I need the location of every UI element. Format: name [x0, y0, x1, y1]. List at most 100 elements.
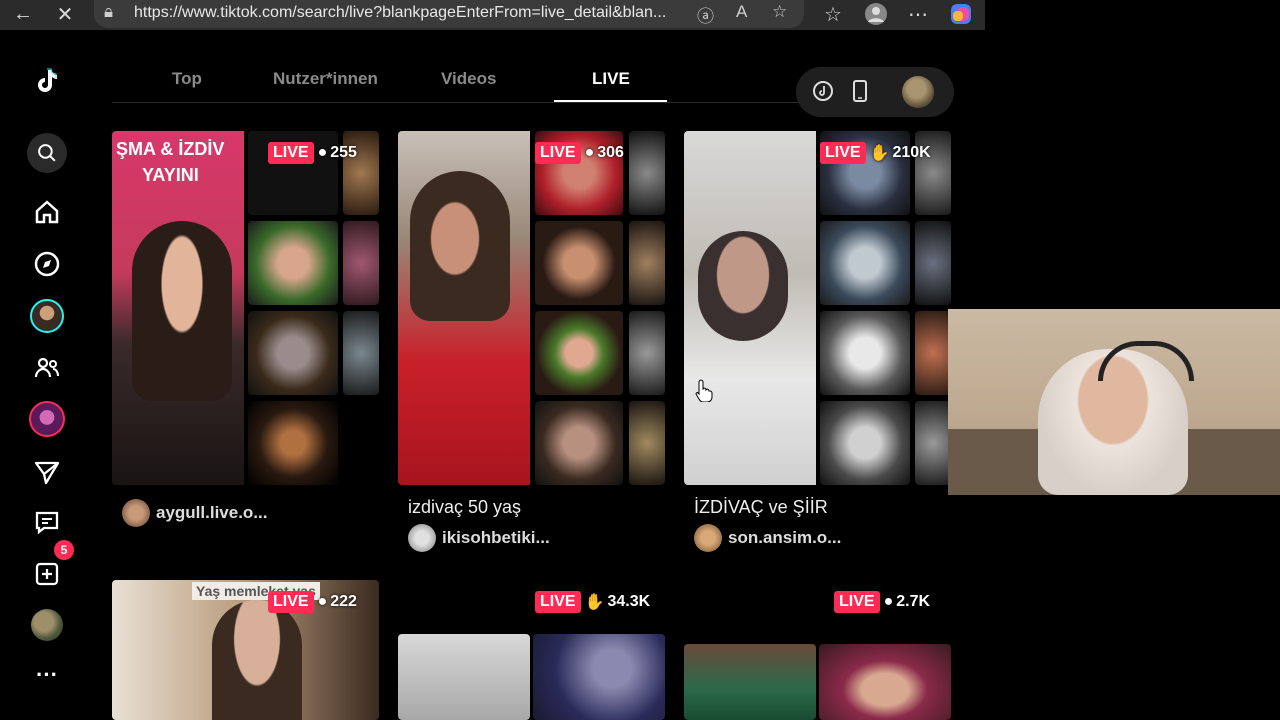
live-label: LIVE — [820, 142, 866, 164]
viewer-count: ● 222 — [318, 593, 357, 611]
streamer-user[interactable]: aygull.live.o... — [122, 499, 267, 527]
viewer-count-value: 222 — [330, 593, 357, 610]
live-label: LIVE — [535, 142, 581, 164]
viewer-count-value: 306 — [597, 144, 624, 161]
stream-thumbnail — [398, 634, 530, 720]
viewer-count: ● 306 — [585, 144, 624, 162]
tab-users[interactable]: Nutzer*innen — [273, 69, 378, 89]
hand-cursor-icon — [695, 379, 713, 402]
more-menu-icon[interactable]: ⋯ — [906, 0, 930, 28]
stop-loading-icon[interactable]: ✕ — [52, 0, 78, 28]
favorites-icon[interactable]: ☆ — [820, 0, 846, 28]
guest-tile — [819, 644, 951, 720]
guest-tile — [343, 311, 379, 395]
guest-tile — [629, 311, 665, 395]
url-text[interactable]: https://www.tiktok.com/search/live?blank… — [134, 4, 684, 22]
like-count: ✋ 34.3K — [585, 592, 651, 612]
floating-controls — [796, 67, 954, 117]
guest-tile — [820, 401, 910, 485]
username: ikisohbetiki... — [442, 528, 550, 547]
home-icon[interactable] — [29, 194, 65, 230]
guest-tile — [820, 311, 910, 395]
profile-icon[interactable] — [862, 0, 890, 28]
upload-icon[interactable] — [29, 556, 65, 592]
guest-tile — [629, 221, 665, 305]
copilot-icon[interactable] — [946, 0, 976, 28]
read-aloud-icon[interactable]: ⓐ — [697, 2, 714, 27]
user-avatar — [408, 524, 436, 552]
live-indicator: LIVE ● 255 — [268, 141, 357, 165]
address-bar[interactable]: 🔒︎ https://www.tiktok.com/search/live?bl… — [94, 0, 804, 28]
stream-thumbnail — [684, 131, 816, 485]
guest-tile — [629, 401, 665, 485]
username: son.ansim.o... — [728, 528, 842, 547]
guest-tile — [535, 221, 623, 305]
live-label: LIVE — [268, 591, 314, 613]
live-card[interactable]: LIVE ✋ 210K — [684, 131, 951, 485]
tiktok-app-icon[interactable] — [812, 80, 834, 107]
browser-toolbar: ← ✕ 🔒︎ https://www.tiktok.com/search/liv… — [0, 0, 985, 30]
headset-icon — [1098, 341, 1194, 381]
guest-tile — [343, 221, 379, 305]
live-card[interactable]: ŞMA & İZDİV YAYINI LIVE ● 255 — [112, 131, 379, 485]
live-card[interactable]: LIVE ● 306 — [398, 131, 665, 485]
back-icon[interactable]: ← — [10, 0, 36, 28]
guest-tile — [535, 311, 623, 395]
inbox-icon[interactable] — [29, 504, 65, 540]
streamer-user[interactable]: son.ansim.o... — [694, 524, 841, 552]
streamer-figure — [410, 171, 510, 321]
guest-tile — [248, 401, 338, 485]
tab-top[interactable]: Top — [172, 69, 202, 89]
profile-avatar[interactable] — [29, 607, 65, 643]
person-icon: ● — [883, 593, 894, 610]
live-card[interactable]: LIVE ● 2.7K — [684, 580, 951, 720]
guest-tile — [915, 401, 951, 485]
guest-tile — [533, 634, 665, 720]
live-label: LIVE — [834, 591, 880, 613]
like-icon: ✋ — [869, 145, 890, 162]
stream-title[interactable]: izdivaç 50 yaş — [408, 497, 521, 518]
text-size-icon[interactable]: A — [736, 2, 747, 22]
guest-tile — [248, 311, 338, 395]
messages-send-icon[interactable] — [29, 454, 65, 490]
explore-icon[interactable] — [29, 246, 65, 282]
guest-tile — [915, 221, 951, 305]
guest-tile — [629, 131, 665, 215]
live-label: LIVE — [268, 142, 314, 164]
streamer-user[interactable]: ikisohbetiki... — [408, 524, 550, 552]
live-indicator: LIVE ● 306 — [535, 141, 624, 165]
tab-videos[interactable]: Videos — [441, 69, 496, 89]
search-icon[interactable] — [27, 133, 67, 173]
tiktok-sidebar: 5 ··· — [5, 37, 90, 720]
more-icon[interactable]: ··· — [29, 657, 65, 693]
guest-tile — [820, 221, 910, 305]
banner-text: YAYINI — [142, 165, 199, 185]
viewer-count-value: 255 — [330, 144, 357, 161]
live-avatar[interactable] — [29, 401, 65, 437]
following-avatar[interactable] — [29, 298, 65, 334]
like-count-value: 34.3K — [607, 593, 651, 610]
stream-title[interactable]: İZDİVAÇ ve ŞİİR — [694, 497, 828, 518]
stream-thumbnail — [398, 131, 530, 485]
tiktok-logo-icon[interactable] — [29, 63, 65, 99]
live-indicator: LIVE ● 2.7K — [834, 590, 930, 614]
live-indicator: LIVE ● 222 — [268, 590, 357, 614]
favorite-star-icon[interactable]: ☆ — [772, 2, 787, 22]
webcam-overlay — [948, 309, 1280, 495]
tab-live[interactable]: LIVE — [592, 69, 630, 89]
banner-text: ŞMA & İZDİV — [116, 139, 225, 159]
user-avatar — [694, 524, 722, 552]
stream-thumbnail — [684, 644, 816, 720]
username: aygull.live.o... — [156, 503, 268, 522]
streamer-figure — [212, 600, 302, 720]
phone-icon[interactable] — [852, 79, 868, 108]
live-indicator: LIVE ✋ 34.3K — [535, 590, 650, 614]
viewer-count: ● 2.7K — [884, 593, 930, 611]
live-card[interactable]: LIVE ✋ 34.3K — [398, 580, 665, 720]
person-icon: ● — [317, 144, 328, 161]
active-tab-indicator — [554, 100, 667, 102]
live-indicator: LIVE ✋ 210K — [820, 141, 931, 165]
live-card[interactable]: Yaş memleket yaş LIVE ● 222 — [112, 580, 379, 720]
friends-icon[interactable] — [29, 350, 65, 386]
user-avatar[interactable] — [902, 76, 934, 108]
